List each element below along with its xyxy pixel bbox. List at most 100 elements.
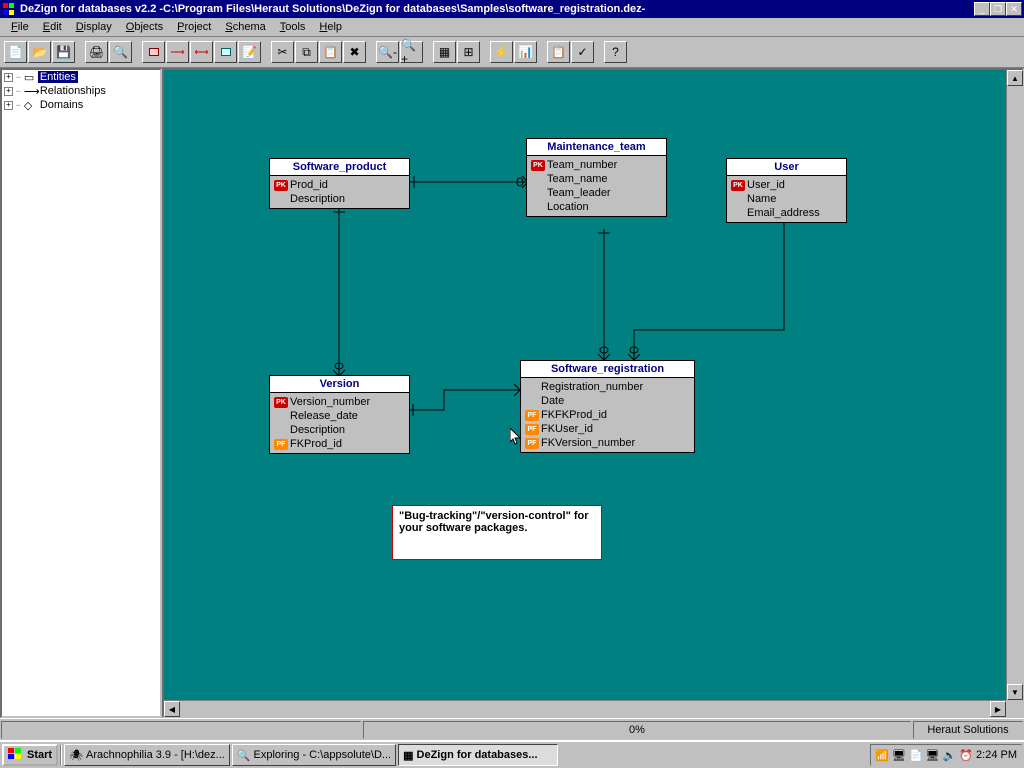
minimize-button[interactable]: _ xyxy=(974,2,990,16)
entity-attribute[interactable]: PKUser_id xyxy=(731,178,842,192)
entity-attribute[interactable]: Description xyxy=(274,423,405,437)
entity-attribute[interactable]: Registration_number xyxy=(525,380,690,394)
tree-relationships[interactable]: + ┄ ⟶ Relationships xyxy=(2,84,160,98)
tray-icon[interactable]: 📄 xyxy=(909,749,923,762)
menu-project[interactable]: Project xyxy=(170,19,218,35)
scroll-left-button[interactable]: ◀ xyxy=(164,701,180,717)
tool-preview[interactable]: 🔍 xyxy=(109,41,132,63)
task-arachnophilia[interactable]: 🕷Arachnophilia 3.9 - [H:\dez... xyxy=(64,744,230,766)
tree-entities[interactable]: + ┄ ▭ Entities xyxy=(2,70,160,84)
entity-attribute[interactable]: Location xyxy=(531,200,662,214)
entity-attribute[interactable]: Date xyxy=(525,394,690,408)
entity-attribute[interactable]: Team_leader xyxy=(531,186,662,200)
tray-icon[interactable]: 🖥 xyxy=(892,749,906,762)
entity-attribute[interactable]: Description xyxy=(274,192,405,206)
entity-attribute[interactable]: Team_name xyxy=(531,172,662,186)
entity-attribute[interactable]: Email_address xyxy=(731,206,842,220)
menubar: File Edit Display Objects Project Schema… xyxy=(0,18,1024,37)
entity-attribute[interactable]: PKTeam_number xyxy=(531,158,662,172)
menu-file[interactable]: File xyxy=(4,19,36,35)
tray-icon[interactable]: 🖥 xyxy=(926,749,940,762)
tool-snap[interactable]: ⊞ xyxy=(457,41,480,63)
entity-attribute[interactable]: PKVersion_number xyxy=(274,395,405,409)
tool-view[interactable] xyxy=(214,41,237,63)
tool-new[interactable]: 📄 xyxy=(4,41,27,63)
menu-tools[interactable]: Tools xyxy=(273,19,313,35)
tool-paste[interactable]: 📋 xyxy=(319,41,342,63)
entity-version[interactable]: Version PKVersion_numberRelease_dateDesc… xyxy=(269,375,410,454)
attribute-label: Team_name xyxy=(547,173,608,185)
task-explorer[interactable]: 🔍Exploring - C:\appsolute\D... xyxy=(232,744,396,766)
tray-icon[interactable]: 📶 xyxy=(875,749,889,762)
scrollbar-horizontal[interactable]: ◀ ▶ xyxy=(164,700,1006,716)
annotation-note[interactable]: "Bug-tracking"/"version-control" for you… xyxy=(392,505,602,560)
tool-grid[interactable]: ▦ xyxy=(433,41,456,63)
tray-icon[interactable]: ⏰ xyxy=(959,749,973,762)
entity-attribute[interactable]: PFFKVersion_number xyxy=(525,436,690,450)
expand-icon[interactable]: + xyxy=(4,101,13,110)
attribute-label: Prod_id xyxy=(290,179,328,191)
entity-attribute[interactable]: PFFKProd_id xyxy=(274,437,405,451)
tool-print[interactable]: 🖨 xyxy=(85,41,108,63)
pk-badge-icon: PK xyxy=(531,160,545,171)
menu-objects[interactable]: Objects xyxy=(119,19,170,35)
tool-save[interactable]: 💾 xyxy=(52,41,75,63)
menu-display[interactable]: Display xyxy=(69,19,119,35)
menu-help[interactable]: Help xyxy=(312,19,349,35)
tool-zoomin[interactable]: 🔍+ xyxy=(400,41,423,63)
scroll-corner xyxy=(1006,700,1022,716)
start-button[interactable]: Start xyxy=(2,744,58,766)
entity-maintenance-team[interactable]: Maintenance_team PKTeam_numberTeam_nameT… xyxy=(526,138,667,217)
tool-check[interactable]: 📋 xyxy=(547,41,570,63)
task-dezign[interactable]: ▦DeZign for databases... xyxy=(398,744,558,766)
fk-badge-icon: PF xyxy=(525,424,539,435)
explorer-icon: 🔍 xyxy=(237,749,251,762)
tool-generate[interactable]: ⚡ xyxy=(490,41,513,63)
entity-attribute[interactable]: PKProd_id xyxy=(274,178,405,192)
diagram-canvas[interactable]: Software_product PKProd_idDescription Ma… xyxy=(162,68,1024,718)
attribute-label: User_id xyxy=(747,179,785,191)
tool-cut[interactable]: ✂ xyxy=(271,41,294,63)
attribute-label: Name xyxy=(747,193,776,205)
close-button[interactable]: ✕ xyxy=(1006,2,1022,16)
entity-attribute[interactable]: PFFKUser_id xyxy=(525,422,690,436)
scroll-up-button[interactable]: ▲ xyxy=(1007,70,1023,86)
scroll-right-button[interactable]: ▶ xyxy=(990,701,1006,717)
scroll-down-button[interactable]: ▼ xyxy=(1007,684,1023,700)
scrollbar-vertical[interactable]: ▲ ▼ xyxy=(1006,70,1022,700)
tool-copy[interactable]: ⧉ xyxy=(295,41,318,63)
tool-relation[interactable]: ⟶ xyxy=(166,41,189,63)
entity-attribute[interactable]: PFFKFKProd_id xyxy=(525,408,690,422)
expand-icon[interactable]: + xyxy=(4,87,13,96)
attribute-label: Location xyxy=(547,201,589,213)
clock[interactable]: 2:24 PM xyxy=(976,749,1017,761)
tree-domains[interactable]: + ┄ ◇ Domains xyxy=(2,98,160,112)
expand-icon[interactable]: + xyxy=(4,73,13,82)
app-icon: ▦ xyxy=(403,749,413,762)
entity-title: Software_registration xyxy=(521,361,694,378)
tool-zoomout[interactable]: 🔍- xyxy=(376,41,399,63)
tool-delete[interactable]: ✖ xyxy=(343,41,366,63)
sidebar-tree[interactable]: + ┄ ▭ Entities + ┄ ⟶ Relationships + ┄ ◇… xyxy=(0,68,162,718)
tray-icon[interactable]: 🔊 xyxy=(943,749,957,762)
tool-entity[interactable] xyxy=(142,41,165,63)
tool-validate[interactable]: ✓ xyxy=(571,41,594,63)
menu-edit[interactable]: Edit xyxy=(36,19,69,35)
folder-icon: ▭ xyxy=(24,71,36,83)
tool-report[interactable]: 📊 xyxy=(514,41,537,63)
entity-software-registration[interactable]: Software_registration Registration_numbe… xyxy=(520,360,695,453)
entity-software-product[interactable]: Software_product PKProd_idDescription xyxy=(269,158,410,209)
tool-open[interactable]: 📂 xyxy=(28,41,51,63)
attribute-label: Registration_number xyxy=(541,381,643,393)
tool-note[interactable]: 📝 xyxy=(238,41,261,63)
tool-help[interactable]: ? xyxy=(604,41,627,63)
relation-icon: ⟶ xyxy=(24,85,36,97)
entity-attribute[interactable]: Name xyxy=(731,192,842,206)
entity-user[interactable]: User PKUser_idNameEmail_address xyxy=(726,158,847,223)
menu-schema[interactable]: Schema xyxy=(218,19,272,35)
entity-attribute[interactable]: Release_date xyxy=(274,409,405,423)
tool-relation2[interactable]: ⟷ xyxy=(190,41,213,63)
maximize-button[interactable]: ❐ xyxy=(990,2,1006,16)
system-tray[interactable]: 📶 🖥 📄 🖥 🔊 ⏰ 2:24 PM xyxy=(870,744,1022,766)
pk-badge-icon: PK xyxy=(274,180,288,191)
